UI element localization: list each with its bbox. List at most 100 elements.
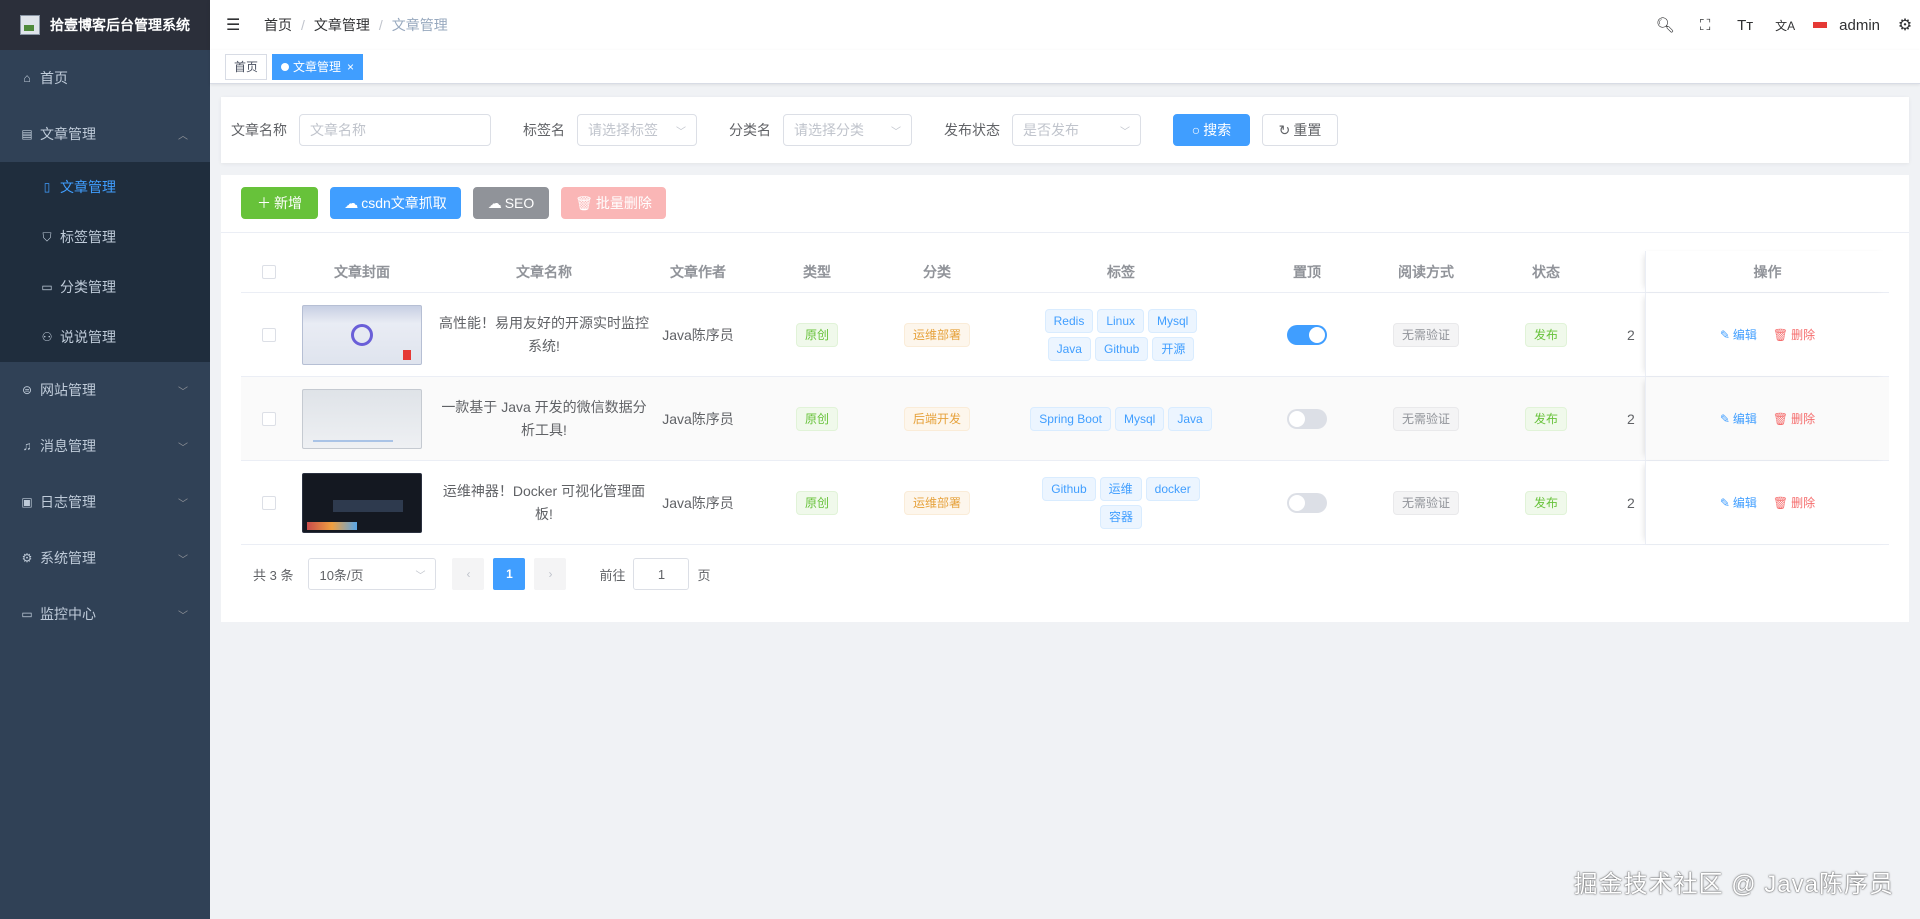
delete-button[interactable]: 🗑︎ 删除 bbox=[1773, 326, 1815, 343]
next-page-button[interactable]: › bbox=[534, 558, 567, 590]
top-switch[interactable] bbox=[1287, 324, 1327, 345]
pagination-total: 共 3 条 bbox=[253, 567, 294, 583]
tags-list: Spring Boot Mysql Java bbox=[1021, 406, 1221, 431]
sidebar-subitem-article-manage[interactable]: ▯ 文章管理 bbox=[0, 162, 210, 212]
website-icon: ⊜ bbox=[21, 383, 33, 397]
close-icon[interactable]: × bbox=[347, 55, 354, 79]
font-size-icon[interactable]: Tт bbox=[1725, 17, 1765, 34]
sidebar-item-log[interactable]: ▣ 日志管理 ﹀ bbox=[0, 474, 210, 530]
navbar-right: 🔍︎ ⛶ Tт 文A admin ⚙ bbox=[1645, 0, 1920, 50]
article-table-card: ＋ 新增 ☁ csdn文章抓取 ☁ SEO 🗑︎ 批量删除 文章封面 文章名称 … bbox=[221, 175, 1909, 622]
tag-chip: 运维 bbox=[1099, 476, 1142, 501]
sidebar-item-label: 首页 bbox=[40, 70, 68, 86]
select-all-checkbox[interactable] bbox=[262, 264, 276, 279]
add-button[interactable]: ＋ 新增 bbox=[241, 187, 318, 219]
edit-button[interactable]: ✎ 编辑 bbox=[1720, 494, 1757, 511]
top-switch[interactable] bbox=[1287, 492, 1327, 513]
trash-icon: 🗑︎ bbox=[575, 194, 593, 211]
tags-view: 首页 文章管理 × bbox=[210, 50, 1920, 84]
cover-image[interactable] bbox=[302, 304, 422, 365]
extra-cell: 2 bbox=[1587, 461, 1645, 544]
read-cell: 无需验证 bbox=[1347, 293, 1505, 376]
category-tag: 运维部署 bbox=[903, 322, 970, 347]
tags-list: Github 运维 docker 容器 bbox=[1031, 476, 1211, 529]
delete-button[interactable]: 🗑︎ 删除 bbox=[1773, 494, 1815, 511]
tag-chip: Mysql bbox=[1148, 308, 1198, 333]
tag-select[interactable]: 请选择标签 ﹀ bbox=[577, 114, 697, 146]
chevron-down-icon: ﹀ bbox=[178, 498, 188, 510]
tag-chip: Mysql bbox=[1115, 406, 1165, 431]
header-type: 类型 bbox=[803, 263, 831, 280]
title-input[interactable]: 文章名称 bbox=[299, 114, 491, 146]
sidebar-item-message[interactable]: ♫ 消息管理 ﹀ bbox=[0, 418, 210, 474]
status-cell: 发布 bbox=[1505, 377, 1587, 460]
cover-cell bbox=[297, 461, 427, 544]
edit-button[interactable]: ✎ 编辑 bbox=[1720, 326, 1757, 343]
edit-button[interactable]: ✎ 编辑 bbox=[1720, 410, 1757, 427]
reset-button[interactable]: ↻ 重置 bbox=[1262, 114, 1338, 146]
delete-button[interactable]: 🗑︎ 删除 bbox=[1773, 410, 1815, 427]
chevron-down-icon: ﹀ bbox=[415, 570, 426, 582]
sidebar-item-system[interactable]: ⚙ 系统管理 ﹀ bbox=[0, 530, 210, 586]
sidebar-item-website[interactable]: ⊜ 网站管理 ﹀ bbox=[0, 362, 210, 418]
category-select[interactable]: 请选择分类 ﹀ bbox=[783, 114, 912, 146]
tab-home[interactable]: 首页 bbox=[225, 53, 268, 80]
row-checkbox[interactable] bbox=[262, 495, 276, 510]
chevron-down-icon: ﹀ bbox=[178, 554, 188, 566]
article-author: Java陈序员 bbox=[662, 326, 734, 343]
chevron-up-icon: ︿ bbox=[178, 130, 188, 142]
row-select-cell bbox=[241, 461, 297, 544]
category-cell: 运维部署 bbox=[899, 461, 975, 544]
category-tag: 运维部署 bbox=[903, 490, 970, 515]
sidebar-item-label: 文章管理 bbox=[60, 179, 116, 195]
row-checkbox[interactable] bbox=[262, 411, 276, 426]
batch-delete-button[interactable]: 🗑︎ 批量删除 bbox=[561, 187, 666, 219]
sidebar-subitem-category-manage[interactable]: ▭ 分类管理 bbox=[0, 262, 210, 312]
goto-input[interactable]: 1 bbox=[633, 558, 690, 590]
table-header: 文章封面 文章名称 文章作者 类型 分类 标签 置顶 阅读方式 状态 操作 bbox=[241, 251, 1889, 293]
avatar[interactable] bbox=[1813, 22, 1828, 28]
prev-page-button[interactable]: ‹ bbox=[452, 558, 485, 590]
page-size-select[interactable]: 10条/页 ﹀ bbox=[308, 558, 437, 590]
page-number-button[interactable]: 1 bbox=[493, 558, 526, 590]
table-row: 高性能！易用友好的开源实时监控系统! Java陈序员 原创 运维部署 Redis… bbox=[241, 293, 1889, 377]
language-icon[interactable]: 文A bbox=[1765, 17, 1805, 34]
table-toolbar: ＋ 新增 ☁ csdn文章抓取 ☁ SEO 🗑︎ 批量删除 bbox=[241, 187, 666, 219]
header-category: 分类 bbox=[923, 263, 951, 280]
article-author: Java陈序员 bbox=[662, 494, 734, 511]
cover-image[interactable] bbox=[302, 472, 422, 533]
table-row: 一款基于 Java 开发的微信数据分析工具! Java陈序员 原创 后端开发 S… bbox=[241, 377, 1889, 461]
category-cell: 后端开发 bbox=[899, 377, 975, 460]
sidebar-item-home[interactable]: ⌂ 首页 bbox=[0, 50, 210, 106]
article-name: 运维神器！Docker 可视化管理面板! bbox=[442, 482, 646, 522]
username[interactable]: admin bbox=[1839, 17, 1880, 34]
settings-icon[interactable]: ⚙ bbox=[1890, 15, 1920, 35]
hamburger-icon[interactable]: ☰ bbox=[226, 15, 246, 35]
tab-article[interactable]: 文章管理 × bbox=[272, 53, 364, 80]
tag-chip: Redis bbox=[1044, 308, 1094, 333]
search-button[interactable]: ○ 搜索 bbox=[1173, 114, 1250, 146]
cover-image[interactable] bbox=[302, 388, 422, 449]
sidebar-subitem-tag-manage[interactable]: ⛉ 标签管理 bbox=[0, 212, 210, 262]
status-label: 发布状态 bbox=[944, 122, 1000, 138]
row-checkbox[interactable] bbox=[262, 327, 276, 342]
tab-label: 文章管理 bbox=[293, 59, 342, 74]
status-tag: 发布 bbox=[1524, 322, 1567, 347]
sidebar-item-article[interactable]: ▤ 文章管理 ︿ bbox=[0, 106, 210, 162]
fullscreen-icon[interactable]: ⛶ bbox=[1685, 17, 1725, 34]
breadcrumb-item[interactable]: 首页 bbox=[264, 15, 292, 35]
extra-value: 2 bbox=[1627, 494, 1635, 511]
status-select[interactable]: 是否发布 ﹀ bbox=[1012, 114, 1141, 146]
logo[interactable]: 拾壹博客后台管理系统 bbox=[0, 0, 210, 50]
sidebar-subitem-moment-manage[interactable]: ⚇ 说说管理 bbox=[0, 312, 210, 362]
sidebar-item-monitor[interactable]: ▭ 监控中心 ﹀ bbox=[0, 586, 210, 642]
csdn-fetch-button[interactable]: ☁ csdn文章抓取 bbox=[330, 187, 461, 219]
search-icon[interactable]: 🔍︎ bbox=[1645, 16, 1685, 34]
tag-select-placeholder: 请选择标签 bbox=[588, 122, 658, 138]
seo-button[interactable]: ☁ SEO bbox=[473, 187, 549, 219]
chevron-down-icon: ﹀ bbox=[891, 126, 901, 138]
top-switch[interactable] bbox=[1287, 408, 1327, 429]
tag-chip: Spring Boot bbox=[1030, 406, 1111, 431]
breadcrumb-item[interactable]: 文章管理 bbox=[314, 15, 370, 35]
status-tag: 发布 bbox=[1524, 406, 1567, 431]
